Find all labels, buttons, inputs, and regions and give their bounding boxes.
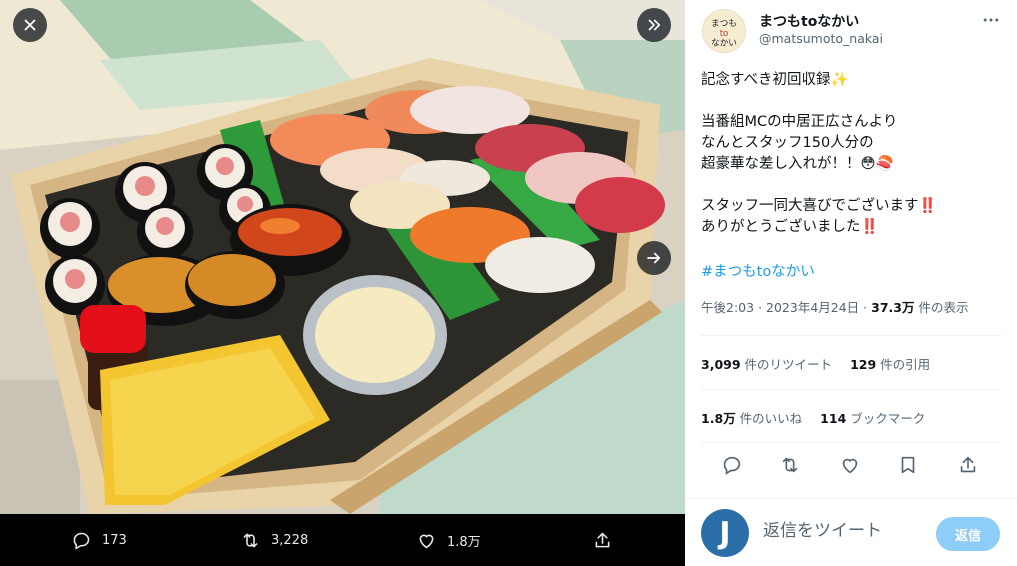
tweet-action-icons <box>701 450 1001 480</box>
reply-button[interactable] <box>721 454 743 476</box>
likes-stat[interactable]: 1.8万 件のいいね <box>701 408 802 427</box>
retweets-stat[interactable]: 3,099 件のリツイート <box>701 354 832 373</box>
divider <box>701 442 1001 443</box>
engagement-stats: 1.8万 件のいいね 114 ブックマーク <box>701 408 925 427</box>
divider <box>701 335 1001 336</box>
reply-icon <box>73 532 90 550</box>
media-like-button[interactable]: 1.8万 <box>416 525 481 555</box>
share-icon <box>595 532 610 547</box>
reply-input[interactable] <box>763 521 923 541</box>
media-reply-count: 173 <box>102 532 127 548</box>
sushi-photo <box>0 0 685 514</box>
bookmark-icon <box>901 456 915 474</box>
media-like-count: 1.8万 <box>447 534 481 550</box>
heart-icon <box>419 534 434 548</box>
bookmarks-stat[interactable]: 114 ブックマーク <box>820 408 925 427</box>
retweet-icon <box>782 457 798 473</box>
author-handle[interactable]: @matsumoto_nakai <box>759 31 883 46</box>
media-share-button[interactable] <box>592 525 613 555</box>
media-viewer: 173 3,228 1.8万 <box>0 0 685 566</box>
reply-composer: J 返信 <box>685 498 1017 566</box>
reply-icon <box>723 456 741 475</box>
like-button[interactable] <box>839 454 861 476</box>
media-retweet-button[interactable]: 3,228 <box>240 525 308 555</box>
tweet-detail-panel: まつも to なかい まつもtoなかい @matsumoto_nakai 記念す… <box>685 0 1017 566</box>
svg-text:なかい: なかい <box>711 37 737 48</box>
tweet-text: 記念すべき初回収録✨ 当番組MCの中居正広さんより なんとスタッフ150人分の … <box>701 72 937 235</box>
share-stats: 3,099 件のリツイート 129 件の引用 <box>701 354 930 373</box>
arrow-right-icon <box>647 252 661 264</box>
close-button[interactable] <box>13 8 47 42</box>
tweet-date[interactable]: 2023年4月24日 <box>766 300 859 315</box>
tweet-meta: 午後2:03 · 2023年4月24日 · 37.3万 件の表示 <box>701 300 969 315</box>
next-image-button[interactable] <box>637 241 671 275</box>
share-button[interactable] <box>957 454 979 476</box>
svg-text:to: to <box>720 29 729 39</box>
close-icon <box>24 19 36 31</box>
heart-icon <box>842 458 858 474</box>
svg-text:まつも: まつも <box>711 18 737 29</box>
tweet-author: まつも to なかい まつもtoなかい @matsumoto_nakai <box>700 7 1005 55</box>
media-reply-button[interactable]: 173 <box>71 525 127 555</box>
retweet-button[interactable] <box>779 454 801 476</box>
media-action-bar: 173 3,228 1.8万 <box>0 514 685 566</box>
bookmark-button[interactable] <box>897 454 919 476</box>
author-name[interactable]: まつもtoなかい <box>759 11 859 31</box>
views-count: 37.3万 <box>871 300 915 315</box>
hashtag-link[interactable]: #まつもtoなかい <box>701 260 815 281</box>
share-icon <box>960 456 976 473</box>
expand-side-panel-button[interactable] <box>637 8 671 42</box>
divider <box>701 389 1001 390</box>
views-label: 件の表示 <box>918 300 969 315</box>
retweet-icon <box>243 533 258 547</box>
reply-submit-button[interactable]: 返信 <box>936 517 1000 551</box>
current-user-avatar[interactable]: J <box>701 509 749 557</box>
double-chevron-right-icon <box>648 19 661 31</box>
more-options-icon[interactable] <box>981 10 1001 30</box>
quotes-stat[interactable]: 129 件の引用 <box>850 354 930 373</box>
media-retweet-count: 3,228 <box>271 532 309 548</box>
author-avatar[interactable]: まつも to なかい <box>702 9 746 53</box>
author-avatar-logo: まつも to なかい <box>703 10 745 52</box>
tweet-time[interactable]: 午後2:03 <box>701 300 754 315</box>
